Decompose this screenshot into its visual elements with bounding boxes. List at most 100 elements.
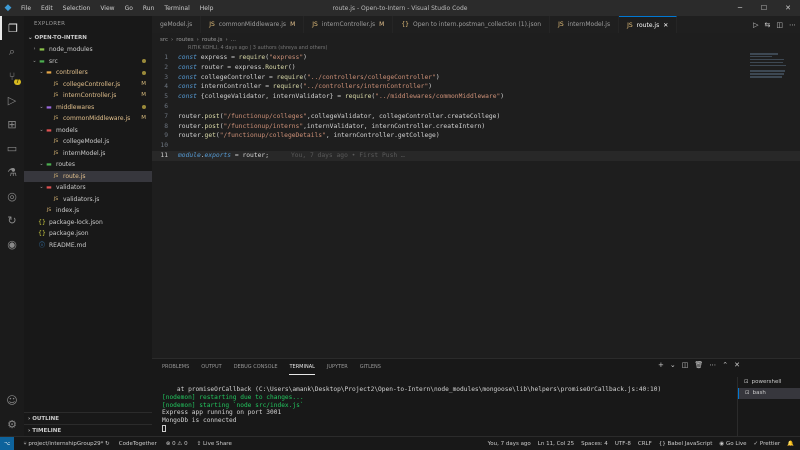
- code-line[interactable]: 9 router.get("/functionup/collegeDetails"…: [152, 131, 800, 141]
- account-icon[interactable]: ☺: [0, 388, 24, 412]
- docker-icon[interactable]: ◉: [0, 232, 24, 256]
- code-line[interactable]: 2 const router = express.Router(): [152, 63, 800, 73]
- panel-tab-gitlens[interactable]: GITLENS: [360, 359, 381, 375]
- tab-close-icon[interactable]: ✕: [663, 22, 668, 29]
- folder-item[interactable]: ⌄ ▬ controllers: [24, 67, 152, 79]
- code-line[interactable]: 1 const express = require("express"): [152, 53, 800, 63]
- branch-indicator[interactable]: ⑂ project/internshipGroup29* ↻: [23, 441, 109, 447]
- more-icon[interactable]: ⋯: [709, 361, 716, 369]
- go-live-button[interactable]: ◉ Go Live: [719, 441, 746, 447]
- language-mode[interactable]: {} Babel JavaScript: [659, 441, 713, 447]
- folder-item[interactable]: ⌄ ▬ middlewares: [24, 102, 152, 114]
- terminal-prompt[interactable]: [162, 424, 732, 433]
- cursor-position[interactable]: Ln 11, Col 25: [538, 441, 574, 447]
- menu-item-terminal[interactable]: Terminal: [159, 5, 194, 12]
- breadcrumb-item[interactable]: src: [160, 37, 168, 43]
- menu-item-run[interactable]: Run: [138, 5, 160, 12]
- workspace-root[interactable]: ⌄ OPEN-TO-INTERN: [24, 32, 152, 44]
- terminal-instance[interactable]: ⊡ powershell: [738, 377, 800, 388]
- run-debug-icon[interactable]: ▷: [0, 88, 24, 112]
- run-icon[interactable]: ▷: [753, 21, 758, 29]
- terminal-instance[interactable]: ⊡ bash: [738, 388, 800, 399]
- maximize-icon[interactable]: ☐: [752, 0, 776, 16]
- file-item[interactable]: JS internController.js M: [24, 90, 152, 102]
- folder-item[interactable]: ⌄ ▬ validators: [24, 182, 152, 194]
- file-item[interactable]: JS internModel.js: [24, 148, 152, 160]
- folder-item[interactable]: ⌄ ▬ routes: [24, 159, 152, 171]
- split-editor-icon[interactable]: ◫: [776, 21, 783, 29]
- breadcrumb-item[interactable]: ...: [231, 37, 236, 43]
- remote-indicator-icon[interactable]: ⌥: [0, 436, 15, 450]
- editor-tab[interactable]: JS commonMiddleware.js M: [201, 16, 305, 33]
- panel-tab-jupyter[interactable]: JUPYTER: [327, 359, 348, 375]
- encoding[interactable]: UTF-8: [615, 441, 631, 447]
- codetogether-status[interactable]: CodeTogether: [119, 441, 157, 447]
- notifications-icon[interactable]: 🔔: [787, 441, 794, 447]
- source-control-icon[interactable]: ⑂ 7: [0, 64, 24, 88]
- minimap[interactable]: [750, 53, 786, 83]
- breadcrumb-item[interactable]: routes: [176, 37, 193, 43]
- outline-section[interactable]: › OUTLINE: [24, 412, 152, 424]
- timeline-section[interactable]: › TIMELINE: [24, 424, 152, 436]
- editor-tab[interactable]: JS route.js ✕: [619, 16, 678, 33]
- file-item[interactable]: {} package.json: [24, 228, 152, 240]
- indentation[interactable]: Spaces: 4: [581, 441, 608, 447]
- file-item[interactable]: ⓘ README.md: [24, 240, 152, 252]
- explorer-icon[interactable]: ❐: [0, 16, 24, 40]
- editor-tab[interactable]: {} Open to intern.postman_collection (1).…: [393, 16, 551, 33]
- remote-explorer-icon[interactable]: ▭: [0, 136, 24, 160]
- blame-status[interactable]: You, 7 days ago: [488, 441, 531, 447]
- settings-gear-icon[interactable]: ⚙: [0, 412, 24, 436]
- new-terminal-icon[interactable]: +: [658, 361, 664, 369]
- code-line[interactable]: 3 const collegeController = require("../c…: [152, 73, 800, 83]
- file-item[interactable]: JS validators.js: [24, 194, 152, 206]
- file-item[interactable]: {} package-lock.json: [24, 217, 152, 229]
- editor-tab[interactable]: JS internModel.js: [550, 16, 620, 33]
- code-editor[interactable]: 1 const express = require("express") 2 cons…: [152, 53, 800, 358]
- file-item[interactable]: JS route.js: [24, 170, 152, 182]
- code-line[interactable]: 8 router.post("/functionup/interns",inter…: [152, 122, 800, 132]
- file-item[interactable]: JS collegeModel.js: [24, 136, 152, 148]
- live-share-icon[interactable]: ↻: [0, 208, 24, 232]
- terminal-dropdown-icon[interactable]: ⌄: [670, 361, 676, 369]
- close-icon[interactable]: ✕: [776, 0, 800, 16]
- code-line[interactable]: 6: [152, 102, 800, 112]
- panel-tab-problems[interactable]: PROBLEMS: [162, 359, 189, 375]
- more-actions-icon[interactable]: ⋯: [789, 21, 796, 29]
- file-item[interactable]: JS collegeController.js M: [24, 79, 152, 91]
- breadcrumb-item[interactable]: route.js: [202, 37, 223, 43]
- end-of-line[interactable]: CRLF: [638, 441, 652, 447]
- close-panel-icon[interactable]: ✕: [734, 361, 740, 369]
- code-line[interactable]: 5 const {collegeValidator, internValidato…: [152, 92, 800, 102]
- editor-tab[interactable]: JS internController.js M: [304, 16, 394, 33]
- terminal-output[interactable]: at promiseOrCallback (C:\Users\amank\Des…: [162, 386, 732, 433]
- panel-tab-terminal[interactable]: TERMINAL: [289, 359, 315, 375]
- split-terminal-icon[interactable]: ◫: [682, 361, 689, 369]
- blame-codelens[interactable]: RITIK KOHLI, 4 days ago | 3 authors (shr…: [188, 45, 327, 51]
- file-item[interactable]: JS index.js: [24, 205, 152, 217]
- code-line[interactable]: 10: [152, 141, 800, 151]
- search-icon[interactable]: ⌕: [0, 40, 24, 64]
- code-line[interactable]: 7 router.post("/functionup/colleges",coll…: [152, 112, 800, 122]
- code-line[interactable]: 4 const internController = require("../co…: [152, 82, 800, 92]
- trash-icon[interactable]: 🗑: [694, 361, 703, 369]
- folder-item[interactable]: ⌄ ▬ src: [24, 56, 152, 68]
- folder-item[interactable]: › ▬ node_modules: [24, 44, 152, 56]
- live-share-status[interactable]: ⇪ Live Share: [197, 441, 232, 447]
- menu-item-view[interactable]: View: [95, 5, 119, 12]
- extensions-icon[interactable]: ⊞: [0, 112, 24, 136]
- panel-tab-debug-console[interactable]: DEBUG CONSOLE: [234, 359, 278, 375]
- minimize-icon[interactable]: ─: [728, 0, 752, 16]
- menu-item-selection[interactable]: Selection: [58, 5, 96, 12]
- panel-tab-output[interactable]: OUTPUT: [201, 359, 221, 375]
- menu-item-go[interactable]: Go: [120, 5, 138, 12]
- editor-tab[interactable]: geModel.js: [152, 16, 202, 33]
- maximize-panel-icon[interactable]: ⌃: [722, 361, 728, 369]
- menu-item-edit[interactable]: Edit: [36, 5, 58, 12]
- compare-icon[interactable]: ⇆: [765, 21, 771, 29]
- testing-icon[interactable]: ⚗: [0, 160, 24, 184]
- code-line[interactable]: 11 module.exports = router; You, 7 days ag…: [152, 150, 800, 161]
- prettier-status[interactable]: ✓ Prettier: [754, 441, 781, 447]
- menu-item-file[interactable]: File: [16, 5, 36, 12]
- file-item[interactable]: JS commonMiddleware.js M: [24, 113, 152, 125]
